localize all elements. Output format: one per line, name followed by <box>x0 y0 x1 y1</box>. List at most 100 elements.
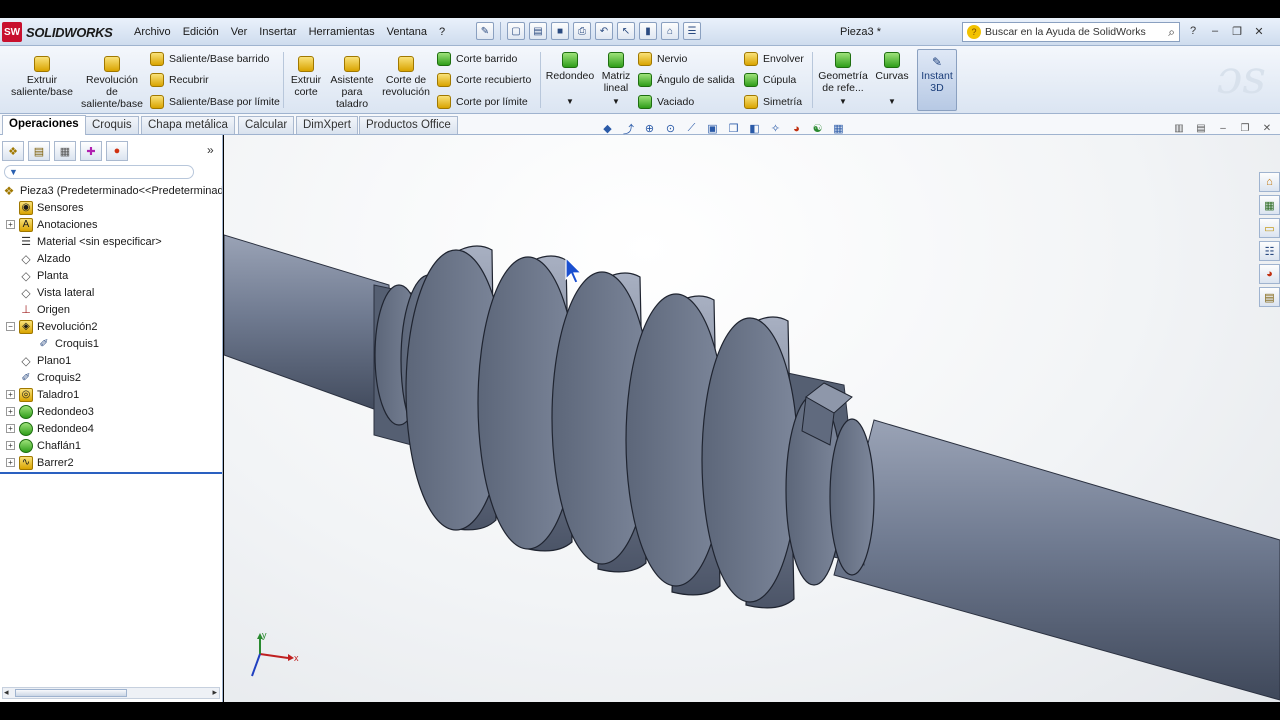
tree-item[interactable]: + Redondeo3 <box>0 403 222 420</box>
tree-filter-input[interactable]: ▼ <box>4 165 194 179</box>
pin-icon[interactable]: ✎ <box>476 22 494 40</box>
swept-boss-button[interactable]: Saliente/Base barrido <box>150 52 269 66</box>
reference-geometry-dropdown-icon[interactable]: ▼ <box>816 96 870 108</box>
tree-root-item[interactable]: ❖ Pieza3 (Predeterminado<<Predeterminado <box>0 182 222 199</box>
tab-croquis[interactable]: Croquis <box>85 116 139 134</box>
zoom-to-area-icon[interactable]: ⊙ <box>663 121 678 136</box>
hole-wizard-button[interactable]: Asistente para taladro <box>328 56 376 110</box>
tab-calcular[interactable]: Calcular <box>238 116 295 134</box>
tree-rollback-bar[interactable] <box>0 472 222 474</box>
help-icon[interactable]: ? <box>1186 24 1200 38</box>
instant3d-button[interactable]: ✎ Instant 3D <box>917 49 957 111</box>
previous-view-icon[interactable]: ⤴ <box>621 121 636 136</box>
linear-pattern-dropdown-icon[interactable]: ▼ <box>598 96 634 108</box>
tab-dimxpert[interactable]: DimXpert <box>296 116 358 134</box>
tree-item[interactable]: ◇ Alzado <box>0 250 222 267</box>
custom-properties-icon[interactable]: ▤ <box>1259 287 1280 307</box>
open-folder-icon[interactable]: ▤ <box>529 22 547 40</box>
display-style-icon[interactable]: ◧ <box>747 121 762 136</box>
rebuild-icon[interactable]: ▮ <box>639 22 657 40</box>
tree-item[interactable]: − ◈ Revolución2 <box>0 318 222 335</box>
tree-item[interactable]: + A Anotaciones <box>0 216 222 233</box>
fillet-dropdown-icon[interactable]: ▼ <box>544 96 596 108</box>
viewport-minimize-icon[interactable]: – <box>1216 122 1230 134</box>
revolve-cut-button[interactable]: Corte de revolución <box>380 56 432 98</box>
tree-item[interactable]: ◉ Sensores <box>0 199 222 216</box>
expand-node-icon[interactable]: + <box>6 390 15 399</box>
menu-help[interactable]: ? <box>433 24 451 40</box>
search-icon[interactable]: ⌕ <box>1168 25 1175 40</box>
design-library-icon[interactable]: ▦ <box>1259 195 1280 215</box>
scroll-left-icon[interactable]: ◂ <box>4 687 9 698</box>
menu-ventana[interactable]: Ventana <box>381 24 433 40</box>
tile-horizontal-icon[interactable]: ▥ <box>1172 122 1186 134</box>
tree-item[interactable]: ◇ Plano1 <box>0 352 222 369</box>
dome-button[interactable]: Cúpula <box>744 73 796 87</box>
swept-cut-button[interactable]: Corte barrido <box>437 52 517 66</box>
tile-vertical-icon[interactable]: ▤ <box>1194 122 1208 134</box>
expand-node-icon[interactable]: + <box>6 441 15 450</box>
section-view-icon[interactable]: ⟋ <box>684 121 699 136</box>
mirror-button[interactable]: Simetría <box>744 95 802 109</box>
collapse-node-icon[interactable]: − <box>6 322 15 331</box>
boundary-boss-button[interactable]: Saliente/Base por límite <box>150 95 280 109</box>
print-icon[interactable]: ⎙ <box>573 22 591 40</box>
expand-node-icon[interactable]: + <box>6 220 15 229</box>
view-orientation-icon[interactable]: ◆ <box>600 121 615 136</box>
tree-item[interactable]: ✐ Croquis1 <box>0 335 222 352</box>
loft-button[interactable]: Recubrir <box>150 73 209 87</box>
extrude-cut-button[interactable]: Extruir corte <box>286 56 326 98</box>
tree-item[interactable]: + Chaflán1 <box>0 437 222 454</box>
close-icon[interactable]: ✕ <box>1252 24 1266 38</box>
graphics-area[interactable] <box>224 135 1280 702</box>
menu-ver[interactable]: Ver <box>225 24 254 40</box>
view-orientation-dropdown-icon[interactable]: ❒ <box>726 121 741 136</box>
tree-item[interactable]: + Redondeo4 <box>0 420 222 437</box>
fillet-button[interactable]: Redondeo ▼ <box>544 52 596 108</box>
expand-node-icon[interactable]: + <box>6 407 15 416</box>
viewport-close-icon[interactable]: ✕ <box>1260 122 1274 134</box>
revolve-boss-button[interactable]: Revolución de saliente/base <box>80 56 144 110</box>
appearances-icon[interactable]: ◕ <box>1259 264 1280 284</box>
curves-dropdown-icon[interactable]: ▼ <box>872 96 912 108</box>
view-settings-icon[interactable]: ▦ <box>831 121 846 136</box>
expand-tabs-icon[interactable]: » <box>207 143 214 157</box>
scroll-thumb[interactable] <box>15 689 127 697</box>
hide-show-items-icon[interactable]: ✧ <box>768 121 783 136</box>
expand-node-icon[interactable]: + <box>6 424 15 433</box>
menu-insertar[interactable]: Insertar <box>253 24 302 40</box>
tab-chapa-metalica[interactable]: Chapa metálica <box>141 116 235 134</box>
linear-pattern-button[interactable]: Matriz lineal ▼ <box>598 52 634 108</box>
app-logo[interactable]: SW SOLIDWORKS <box>2 22 113 42</box>
select-pointer-icon[interactable]: ↖ <box>617 22 635 40</box>
display-manager-tab-icon[interactable]: ● <box>106 141 128 161</box>
restore-icon[interactable]: ❐ <box>1230 24 1244 38</box>
shell-button[interactable]: Vaciado <box>638 95 694 109</box>
extrude-boss-button[interactable]: Extruir saliente/base <box>10 56 74 98</box>
help-search-box[interactable]: ? Buscar en la Ayuda de SolidWorks ⌕ <box>962 22 1180 42</box>
menu-edicion[interactable]: Edición <box>177 24 225 40</box>
wrap-button[interactable]: Envolver <box>744 52 804 66</box>
tab-operaciones[interactable]: Operaciones <box>2 115 86 135</box>
feature-tree-tab-icon[interactable]: ❖ <box>2 141 24 161</box>
viewport-restore-icon[interactable]: ❐ <box>1238 122 1252 134</box>
property-manager-tab-icon[interactable]: ▤ <box>28 141 50 161</box>
boundary-cut-button[interactable]: Corte por límite <box>437 95 528 109</box>
expand-node-icon[interactable]: + <box>6 458 15 467</box>
tab-productos-office[interactable]: Productos Office <box>359 116 458 134</box>
options-icon[interactable]: ☰ <box>683 22 701 40</box>
view-palette-icon[interactable]: ☷ <box>1259 241 1280 261</box>
undo-icon[interactable]: ↶ <box>595 22 613 40</box>
worm-shaft-model[interactable] <box>224 135 1280 702</box>
dimxpert-manager-tab-icon[interactable]: ✚ <box>80 141 102 161</box>
minimize-icon[interactable]: – <box>1208 24 1222 38</box>
tree-item[interactable]: + ∿ Barrer2 <box>0 454 222 471</box>
scroll-right-icon[interactable]: ▸ <box>212 687 217 698</box>
tree-item[interactable]: ✐ Croquis2 <box>0 369 222 386</box>
menu-herramientas[interactable]: Herramientas <box>303 24 381 40</box>
zoom-to-fit-icon[interactable]: ⊕ <box>642 121 657 136</box>
tree-horizontal-scrollbar[interactable]: ◂ ▸ <box>2 687 220 699</box>
save-icon[interactable]: ■ <box>551 22 569 40</box>
file-explorer-icon[interactable]: ▭ <box>1259 218 1280 238</box>
tree-item[interactable]: ⊥ Origen <box>0 301 222 318</box>
